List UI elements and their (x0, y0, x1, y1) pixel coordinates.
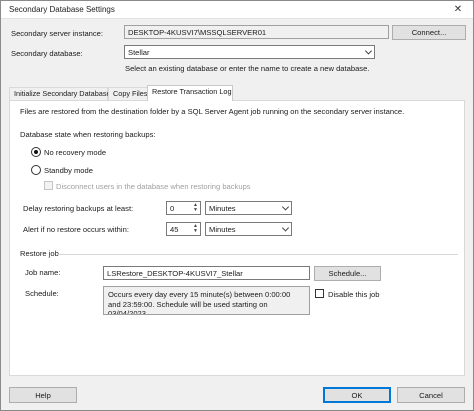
schedule-label: Schedule: (25, 289, 59, 298)
chevron-down-icon[interactable] (281, 203, 290, 211)
job-name-value: LSRestore_DESKTOP-4KUSVI7_Stellar (107, 269, 243, 278)
disconnect-users-label: Disconnect users in the database when re… (56, 182, 251, 191)
spinner-arrows-icon[interactable]: ▲ ▼ (192, 224, 199, 234)
disconnect-users-checkbox[interactable] (44, 181, 53, 190)
delay-unit-select[interactable]: Minutes (205, 201, 292, 215)
restore-transaction-log-panel: Files are restored from the destination … (9, 100, 465, 376)
alert-minutes-spinner[interactable]: 45 ▲ ▼ (166, 222, 201, 236)
delay-restoring-label: Delay restoring backups at least: (23, 204, 134, 213)
window-title: Secondary Database Settings (9, 5, 115, 14)
database-state-label: Database state when restoring backups: (20, 130, 156, 139)
server-instance-label: Secondary server instance: (11, 29, 104, 38)
tab-copy-files[interactable]: Copy Files (108, 87, 148, 100)
schedule-description: Occurs every day every 15 minute(s) betw… (103, 286, 310, 315)
delay-unit-value: Minutes (209, 204, 236, 213)
restore-intro-text: Files are restored from the destination … (20, 107, 405, 116)
server-instance-value: DESKTOP-4KUSVI7\MSSQLSERVER01 (128, 28, 267, 37)
standby-label: Standby mode (44, 166, 93, 175)
tab-restore-transaction-log[interactable]: Restore Transaction Log (147, 85, 233, 101)
help-button[interactable]: Help (9, 387, 77, 403)
delay-value: 0 (170, 204, 175, 213)
secondary-database-combobox[interactable]: Stellar (124, 45, 375, 59)
no-recovery-radio[interactable] (31, 147, 41, 157)
alert-no-restore-label: Alert if no restore occurs within: (23, 225, 129, 234)
section-divider (58, 254, 458, 255)
schedule-button[interactable]: Schedule... (314, 266, 381, 281)
secondary-database-value: Stellar (128, 48, 150, 57)
server-instance-field: DESKTOP-4KUSVI7\MSSQLSERVER01 (124, 25, 389, 39)
tab-initialize-secondary-database[interactable]: Initialize Secondary Database (9, 87, 111, 100)
disable-job-label: Disable this job (328, 290, 380, 299)
close-icon[interactable]: ✕ (449, 3, 467, 17)
secondary-database-settings-dialog: Secondary Database Settings ✕ Secondary … (0, 0, 474, 411)
disable-job-checkbox[interactable] (315, 289, 324, 298)
delay-minutes-spinner[interactable]: 0 ▲ ▼ (166, 201, 201, 215)
alert-unit-value: Minutes (209, 225, 236, 234)
no-recovery-label: No recovery mode (44, 148, 107, 157)
secondary-database-hint: Select an existing database or enter the… (125, 64, 370, 73)
job-name-label: Job name: (25, 268, 61, 277)
standby-radio[interactable] (31, 165, 41, 175)
restore-job-section-label: Restore job (20, 249, 59, 258)
secondary-database-label: Secondary database: (11, 49, 83, 58)
ok-button[interactable]: OK (323, 387, 391, 403)
title-bar[interactable]: Secondary Database Settings ✕ (1, 1, 473, 19)
chevron-down-icon[interactable] (364, 47, 373, 55)
job-name-input[interactable]: LSRestore_DESKTOP-4KUSVI7_Stellar (103, 266, 310, 280)
chevron-down-icon[interactable] (281, 224, 290, 232)
alert-value: 45 (170, 225, 179, 234)
connect-button[interactable]: Connect... (392, 25, 466, 40)
cancel-button[interactable]: Cancel (397, 387, 465, 403)
alert-unit-select[interactable]: Minutes (205, 222, 292, 236)
spinner-arrows-icon[interactable]: ▲ ▼ (192, 203, 199, 213)
